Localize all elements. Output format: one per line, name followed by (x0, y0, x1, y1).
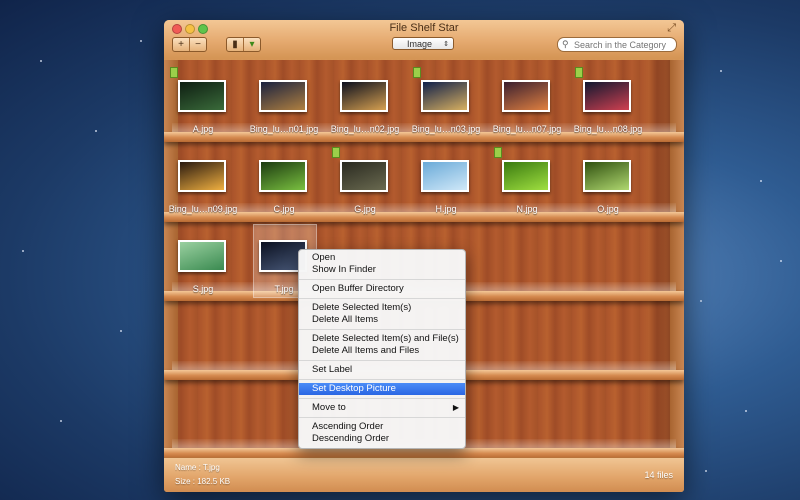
item-filename: H.jpg (435, 204, 457, 214)
category-select[interactable]: Image ⇕ (392, 37, 454, 50)
thumbnail-image (261, 82, 305, 110)
search-icon: ⚲ (562, 39, 569, 49)
menu-item-open[interactable]: Open (299, 252, 465, 264)
image-thumbnail[interactable] (502, 160, 550, 192)
remove-button[interactable]: − (189, 38, 206, 51)
menu-separator (299, 379, 465, 380)
shelf-item[interactable]: A.jpg (164, 67, 242, 162)
titlebar: File Shelf Star ⤢ + − ▮ ▾ Image ⇕ ⚲ (164, 20, 684, 59)
thumbnail-image (585, 162, 629, 190)
menu-separator (299, 329, 465, 330)
thumbnail-image (180, 82, 224, 110)
context-menu: Open Show In Finder Open Buffer Director… (298, 249, 466, 449)
selected-name: Name : T.jpg (175, 463, 220, 472)
item-filename: N.jpg (516, 204, 538, 214)
image-thumbnail[interactable] (178, 240, 226, 272)
shelf-item[interactable]: N.jpg (488, 147, 566, 242)
label-tag-icon (170, 67, 178, 78)
menu-item-show-in-finder[interactable]: Show In Finder (299, 264, 465, 276)
menu-separator (299, 298, 465, 299)
label-tag-icon (413, 67, 421, 78)
item-filename: Bing_lu…n09.jpg (168, 204, 238, 214)
window-title: File Shelf Star (389, 22, 459, 34)
menu-separator (299, 279, 465, 280)
file-count: 14 files (644, 470, 673, 480)
label-tag-icon (575, 67, 583, 78)
fullscreen-icon[interactable]: ⤢ (667, 22, 676, 35)
shelf-item[interactable]: G.jpg (326, 147, 404, 242)
thumbnail-image (180, 242, 224, 270)
shelf-item[interactable]: H.jpg (407, 160, 485, 242)
menu-item-set-desktop-picture[interactable]: Set Desktop Picture (299, 383, 465, 395)
menu-item-delete-selected-files[interactable]: Delete Selected Item(s) and File(s) (299, 333, 465, 345)
item-filename: Bing_lu…n08.jpg (573, 124, 643, 134)
thumbnail-image (423, 82, 467, 110)
image-thumbnail[interactable] (340, 80, 388, 112)
menu-separator (299, 398, 465, 399)
thumbnail-image (261, 162, 305, 190)
menu-item-move-to[interactable]: Move to ▶ (299, 402, 465, 414)
shelf-item[interactable]: S.jpg (164, 240, 242, 322)
bookmark-icon[interactable]: ▮ (227, 38, 243, 51)
item-filename: G.jpg (354, 204, 376, 214)
item-filename: Bing_lu…n02.jpg (330, 124, 400, 134)
menu-item-delete-all[interactable]: Delete All Items (299, 314, 465, 326)
selected-size: Size : 182.5 KB (175, 477, 231, 486)
image-thumbnail[interactable] (178, 80, 226, 112)
image-thumbnail[interactable] (178, 160, 226, 192)
item-filename: O.jpg (597, 204, 619, 214)
item-filename: A.jpg (192, 124, 214, 134)
image-thumbnail[interactable] (259, 160, 307, 192)
shelf-item[interactable]: Bing_lu…n01.jpg (245, 80, 323, 162)
search-field[interactable]: ⚲ (557, 37, 677, 52)
category-select-value: Image (407, 39, 433, 49)
label-tools-group: ▮ ▾ (226, 37, 261, 52)
search-input[interactable] (574, 38, 670, 51)
tag-dropdown-icon[interactable]: ▾ (243, 38, 260, 51)
item-filename: Bing_lu…n01.jpg (249, 124, 319, 134)
menu-item-set-label[interactable]: Set Label (299, 364, 465, 376)
image-thumbnail[interactable] (421, 80, 469, 112)
updown-arrows-icon: ⇕ (443, 41, 449, 48)
thumbnail-image (342, 82, 386, 110)
thumbnail-image (423, 162, 467, 190)
image-thumbnail[interactable] (583, 80, 631, 112)
shelf-item[interactable]: Bing_lu…n08.jpg (569, 67, 647, 162)
image-thumbnail[interactable] (421, 160, 469, 192)
item-filename: Bing_lu…n03.jpg (411, 124, 481, 134)
menu-item-descending[interactable]: Descending Order (299, 433, 465, 445)
status-bar: Name : T.jpg Size : 182.5 KB 14 files (164, 457, 684, 492)
menu-item-ascending[interactable]: Ascending Order (299, 421, 465, 433)
thumbnail-image (585, 82, 629, 110)
thumbnail-image (342, 162, 386, 190)
image-thumbnail[interactable] (583, 160, 631, 192)
menu-separator (299, 360, 465, 361)
thumbnail-image (504, 162, 548, 190)
add-remove-group: + − (172, 37, 207, 52)
submenu-arrow-icon: ▶ (452, 403, 459, 412)
menu-item-delete-all-files[interactable]: Delete All Items and Files (299, 345, 465, 357)
thumbnail-image (180, 162, 224, 190)
add-button[interactable]: + (173, 38, 189, 51)
menu-separator (299, 417, 465, 418)
shelf-item[interactable]: O.jpg (569, 160, 647, 242)
menu-item-move-to-label: Move to (312, 402, 346, 413)
image-thumbnail[interactable] (340, 160, 388, 192)
image-thumbnail[interactable] (259, 80, 307, 112)
label-tag-icon (494, 147, 502, 158)
menu-item-delete-selected[interactable]: Delete Selected Item(s) (299, 302, 465, 314)
menu-item-open-buffer[interactable]: Open Buffer Directory (299, 283, 465, 295)
item-filename: Bing_lu…n07.jpg (492, 124, 562, 134)
label-tag-icon (332, 147, 340, 158)
item-filename: S.jpg (192, 284, 214, 294)
shelf-side-right (670, 60, 684, 457)
image-thumbnail[interactable] (502, 80, 550, 112)
thumbnail-image (504, 82, 548, 110)
item-filename: C.jpg (273, 204, 295, 214)
shelf-item[interactable]: Bing_lu…n09.jpg (164, 160, 242, 242)
shelf-item[interactable]: Bing_lu…n03.jpg (407, 67, 485, 162)
